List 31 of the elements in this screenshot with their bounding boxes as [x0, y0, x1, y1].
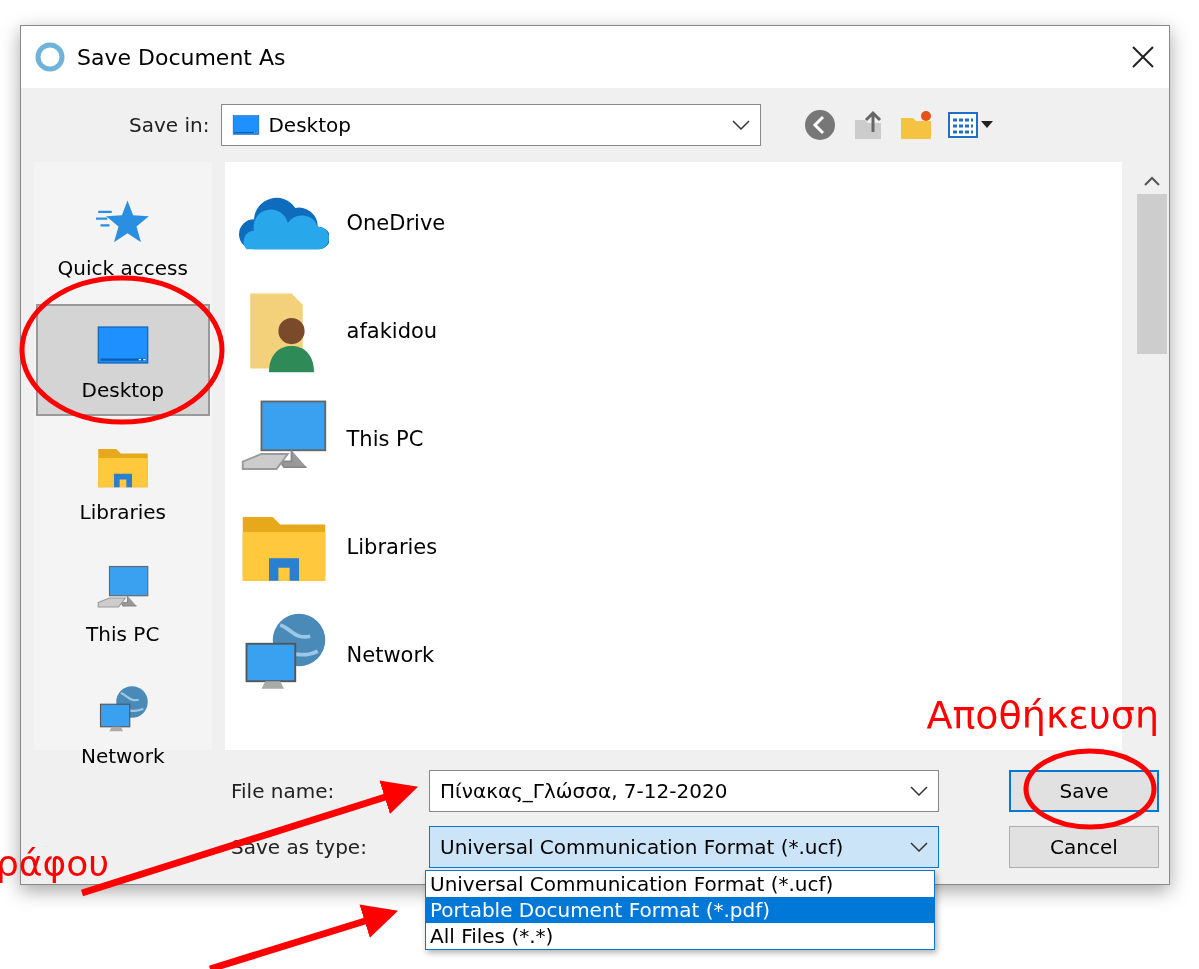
places-item[interactable]: Network — [35, 670, 210, 782]
file-name-label: File name: — [231, 779, 336, 803]
dropdown-option[interactable]: All Files (*.*) — [426, 923, 934, 949]
chevron-down-icon — [910, 842, 928, 852]
file-item[interactable]: Libraries — [238, 502, 1123, 592]
chevron-down-icon — [910, 786, 928, 796]
file-item[interactable]: OneDrive — [238, 178, 1123, 268]
places-item[interactable]: Desktop — [35, 304, 210, 416]
file-name-field[interactable]: Πίνακας_Γλώσσα, 7-12-2020 — [429, 770, 939, 812]
app-icon — [35, 42, 65, 72]
scroll-thumb[interactable] — [1137, 194, 1168, 354]
file-item[interactable]: This PC — [238, 394, 1123, 484]
file-item[interactable]: afakidou — [238, 286, 1123, 376]
places-item[interactable]: Quick access — [35, 182, 210, 294]
save-in-dropdown[interactable]: Desktop — [221, 104, 762, 146]
save-in-label: Save in: — [129, 113, 210, 137]
file-type-dropdown[interactable]: Universal Communication Format (*.ucf) — [429, 826, 939, 868]
new-folder-icon[interactable] — [899, 108, 934, 142]
places-item[interactable]: Libraries — [35, 426, 210, 538]
scroll-up-icon[interactable] — [1144, 176, 1161, 186]
dropdown-option[interactable]: Portable Document Format (*.pdf) — [426, 897, 934, 923]
places-item[interactable]: This PC — [35, 548, 210, 660]
chevron-down-icon — [732, 120, 751, 130]
back-icon[interactable] — [803, 108, 838, 142]
view-menu-icon[interactable] — [947, 110, 996, 140]
dropdown-option[interactable]: Universal Communication Format (*.ucf) — [426, 871, 934, 897]
close-icon[interactable] — [1131, 45, 1155, 69]
annotation-text: Αποθήκευση — [926, 693, 1159, 737]
cancel-button[interactable]: Cancel — [1009, 826, 1159, 868]
window-title: Save Document As — [77, 44, 287, 70]
save-button[interactable]: Save — [1009, 770, 1159, 812]
